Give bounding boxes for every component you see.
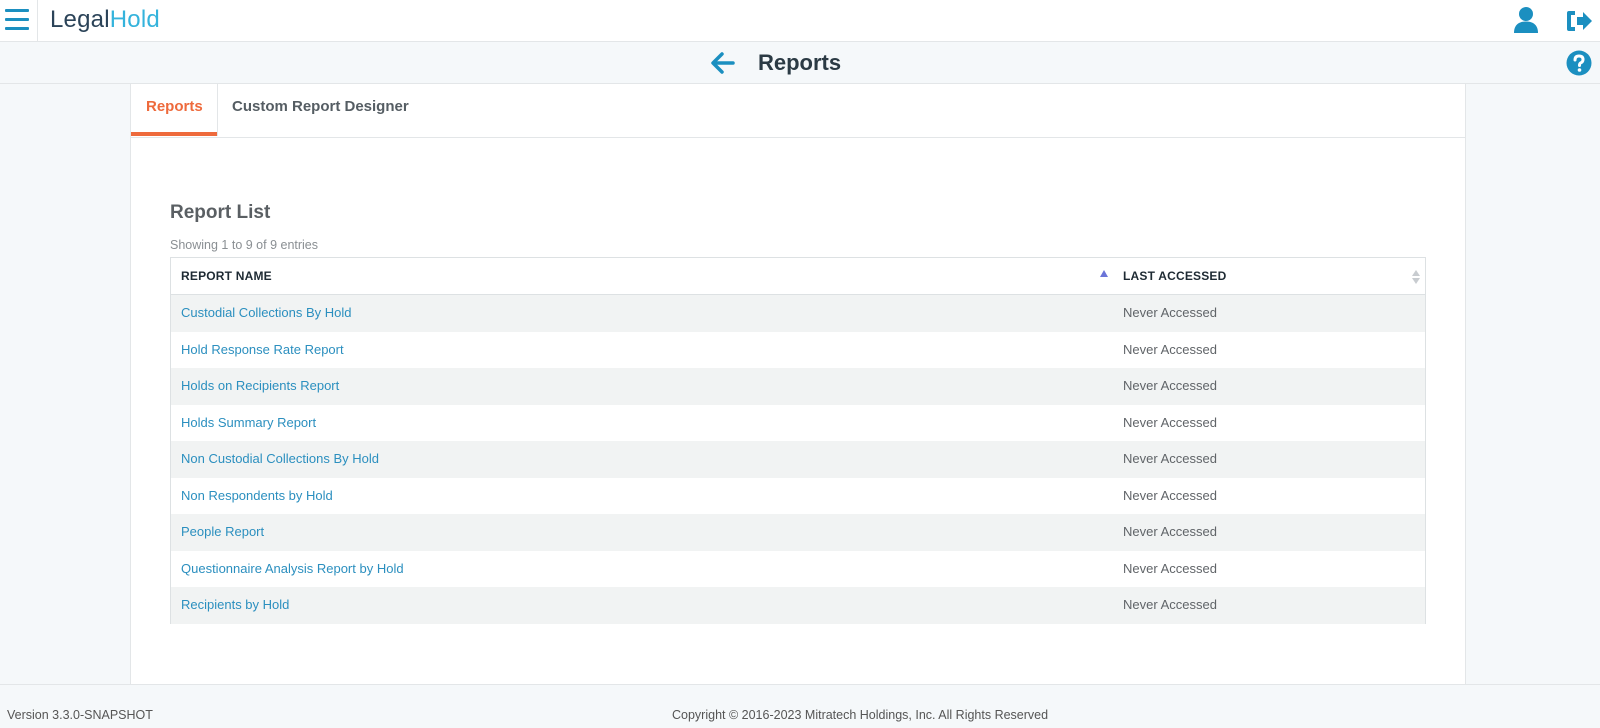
logout-icon[interactable] xyxy=(1565,7,1593,35)
table-header: REPORT NAME LAST ACCESSED xyxy=(171,258,1425,295)
page-title: Reports xyxy=(758,50,842,75)
report-name-link[interactable]: People Report xyxy=(181,514,264,550)
copyright-text: Copyright © 2016-2023 Mitratech Holdings… xyxy=(672,708,1049,722)
last-accessed-value: Never Accessed xyxy=(1123,378,1217,393)
last-accessed-value: Never Accessed xyxy=(1123,524,1217,539)
top-bar: LegalHold xyxy=(0,0,1600,42)
tab-custom-report-designer[interactable]: Custom Report Designer xyxy=(217,84,424,136)
report-name-link[interactable]: Questionnaire Analysis Report by Hold xyxy=(181,551,404,587)
table-body: Custodial Collections By Hold Never Acce… xyxy=(171,295,1425,624)
main-panel: Reports Custom Report Designer Report Li… xyxy=(130,84,1466,684)
logo-hold: Hold xyxy=(109,6,160,33)
help-icon[interactable] xyxy=(1566,50,1592,76)
report-name-link[interactable]: Hold Response Rate Report xyxy=(181,332,344,368)
back-arrow-icon[interactable] xyxy=(710,50,736,76)
section-title: Report List xyxy=(170,202,271,223)
last-accessed-value: Never Accessed xyxy=(1123,341,1217,357)
last-accessed-value: Never Accessed xyxy=(1123,597,1217,612)
report-name-link[interactable]: Recipients by Hold xyxy=(181,587,289,623)
report-name-link[interactable]: Custodial Collections By Hold xyxy=(181,295,352,331)
report-name-link[interactable]: Non Custodial Collections By Hold xyxy=(181,441,379,477)
table-row: People Report Never Accessed xyxy=(171,514,1425,551)
column-header-last-accessed[interactable]: LAST ACCESSED xyxy=(1123,258,1423,294)
last-accessed-value: Never Accessed xyxy=(1123,414,1217,430)
column-header-report-name[interactable]: REPORT NAME xyxy=(181,258,1091,294)
report-table: REPORT NAME LAST ACCESSED Custodial Coll… xyxy=(170,257,1426,624)
last-accessed-value: Never Accessed xyxy=(1123,560,1217,576)
report-name-link[interactable]: Holds Summary Report xyxy=(181,405,316,441)
table-row: Holds on Recipients Report Never Accesse… xyxy=(171,368,1425,405)
table-row: Recipients by Hold Never Accessed xyxy=(171,587,1425,624)
tab-bar: Reports Custom Report Designer xyxy=(131,84,1465,138)
title-bar: Reports xyxy=(0,42,1600,84)
sort-ascending-icon xyxy=(1100,270,1108,277)
entries-info: Showing 1 to 9 of 9 entries xyxy=(170,238,319,252)
sort-icon xyxy=(1412,270,1420,284)
app-logo[interactable]: LegalHold xyxy=(50,6,160,34)
table-row: Non Custodial Collections By Hold Never … xyxy=(171,441,1425,478)
hamburger-menu-icon[interactable] xyxy=(0,0,38,42)
report-name-link[interactable]: Holds on Recipients Report xyxy=(181,368,339,404)
table-row: Hold Response Rate Report Never Accessed xyxy=(171,331,1425,368)
user-icon[interactable] xyxy=(1512,6,1540,34)
last-accessed-value: Never Accessed xyxy=(1123,305,1217,320)
footer: Version 3.3.0-SNAPSHOT Copyright © 2016-… xyxy=(0,684,1600,728)
last-accessed-value: Never Accessed xyxy=(1123,487,1217,503)
report-name-link[interactable]: Non Respondents by Hold xyxy=(181,478,333,514)
tab-reports[interactable]: Reports xyxy=(131,84,217,136)
table-row: Holds Summary Report Never Accessed xyxy=(171,404,1425,441)
table-row: Questionnaire Analysis Report by Hold Ne… xyxy=(171,550,1425,587)
logo-legal: Legal xyxy=(50,6,110,33)
table-row: Custodial Collections By Hold Never Acce… xyxy=(171,295,1425,332)
version-label: Version 3.3.0-SNAPSHOT xyxy=(7,708,153,722)
table-row: Non Respondents by Hold Never Accessed xyxy=(171,477,1425,514)
last-accessed-value: Never Accessed xyxy=(1123,451,1217,466)
